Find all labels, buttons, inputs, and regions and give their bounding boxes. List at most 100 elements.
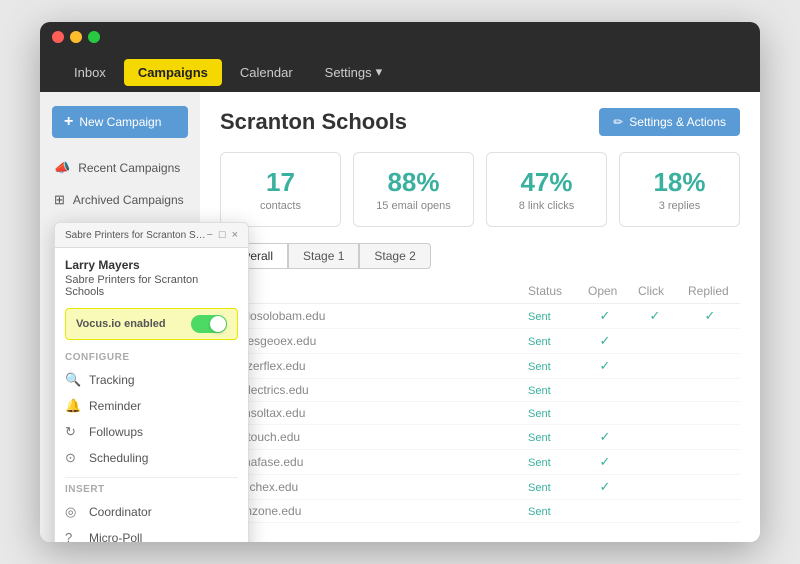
status-cell: Sent <box>520 354 580 379</box>
archived-icon: ⊞ <box>54 192 65 208</box>
email-cell: immafase.edu <box>220 450 520 475</box>
sidebar-item-recent[interactable]: 📣 Recent Campaigns <box>40 152 200 184</box>
table-row: @inchex.edu Sent ✓ <box>220 475 740 500</box>
panel-maximize[interactable]: □ <box>219 229 226 241</box>
open-cell: ✓ <box>580 475 630 500</box>
stat-replies: 18% 3 replies <box>619 152 740 227</box>
open-cell <box>580 523 630 527</box>
status-cell: Sent <box>520 329 580 354</box>
configure-section-label: CONFIGURE <box>65 352 238 363</box>
page-title: Scranton Schools <box>220 109 407 135</box>
tab-stage2[interactable]: Stage 2 <box>359 243 430 269</box>
menu-followups[interactable]: ↻ Followups <box>65 419 238 445</box>
replied-cell: ✓ <box>680 304 740 329</box>
open-cell: ✓ <box>580 354 630 379</box>
replied-cell <box>680 402 740 425</box>
panel-body: Larry Mayers Sabre Printers for Scranton… <box>55 248 248 542</box>
menu-micropoll[interactable]: ? Micro-Poll <box>65 525 238 542</box>
menu-coordinator[interactable]: ◎ Coordinator <box>65 499 238 525</box>
sidebar-item-archived[interactable]: ⊞ Archived Campaigns <box>40 184 200 216</box>
open-cell: ✓ <box>580 304 630 329</box>
table-body: osolosolobam.edu Sent ✓ ✓ ✓ @tresgeoex.e… <box>220 304 740 527</box>
click-cell <box>630 523 680 527</box>
settings-actions-button[interactable]: ✏ Settings & Actions <box>599 108 740 136</box>
menu-tracking[interactable]: 🔍 Tracking <box>65 367 238 393</box>
table-row: 1runzone.edu Sent <box>220 500 740 523</box>
replied-cell <box>680 523 740 527</box>
table-row: ngreen.edu Sent <box>220 523 740 527</box>
open-cell: ✓ <box>580 450 630 475</box>
status-cell: Sent <box>520 500 580 523</box>
tabs: Overall Stage 1 Stage 2 <box>220 243 740 269</box>
click-cell: ✓ <box>630 304 680 329</box>
table-row: @ozerflex.edu Sent ✓ <box>220 354 740 379</box>
nav-inbox[interactable]: Inbox <box>60 59 120 86</box>
coordinator-icon: ◎ <box>65 504 81 520</box>
tab-stage1[interactable]: Stage 1 <box>288 243 359 269</box>
floating-panel: Sabre Printers for Scranton Schools − □ … <box>54 222 249 542</box>
replied-cell <box>680 354 740 379</box>
vocus-toggle-row[interactable]: Vocus.io enabled <box>65 308 238 340</box>
col-replied-header: Replied <box>680 279 740 304</box>
status-cell: Sent <box>520 450 580 475</box>
vocus-toggle[interactable] <box>191 315 227 333</box>
email-cell: osolosolobam.edu <box>220 304 520 329</box>
insert-section-label: INSERT <box>65 484 238 495</box>
panel-close[interactable]: × <box>232 229 238 241</box>
panel-title: Sabre Printers for Scranton Schools <box>65 230 206 241</box>
menu-scheduling[interactable]: ⊙ Scheduling <box>65 445 238 471</box>
nav-bar: Inbox Campaigns Calendar Settings ▾ <box>40 52 760 92</box>
status-cell: Sent <box>520 304 580 329</box>
replied-cell <box>680 475 740 500</box>
table-row: highsoltax.edu Sent <box>220 402 740 425</box>
tracking-icon: 🔍 <box>65 372 81 388</box>
email-cell: @inchex.edu <box>220 475 520 500</box>
replied-cell <box>680 379 740 402</box>
recent-icon: 📣 <box>54 160 70 176</box>
click-cell <box>630 425 680 450</box>
contacts-table: Status Open Click Replied osolosolobam.e… <box>220 279 740 526</box>
panel-from: Larry Mayers <box>65 258 238 272</box>
col-status-header: Status <box>520 279 580 304</box>
col-click-header: Click <box>630 279 680 304</box>
stat-clicks: 47% 8 link clicks <box>486 152 607 227</box>
click-cell <box>630 379 680 402</box>
new-campaign-button[interactable]: + New Campaign <box>52 106 188 138</box>
click-cell <box>630 402 680 425</box>
col-email-header <box>220 279 520 304</box>
panel-title-bar: Sabre Printers for Scranton Schools − □ … <box>55 223 248 248</box>
followups-icon: ↻ <box>65 424 81 440</box>
nav-campaigns[interactable]: Campaigns <box>124 59 222 86</box>
panel-minimize[interactable]: − <box>206 229 212 241</box>
replied-cell <box>680 500 740 523</box>
toggle-knob <box>210 316 226 332</box>
table-row: @tresgeoex.edu Sent ✓ <box>220 329 740 354</box>
email-cell: 1runzone.edu <box>220 500 520 523</box>
email-cell: anelectrics.edu <box>220 379 520 402</box>
divider <box>65 477 238 478</box>
status-cell: Sent <box>520 402 580 425</box>
panel-subject: Sabre Printers for Scranton Schools <box>65 274 238 298</box>
panel-controls: − □ × <box>206 229 238 241</box>
email-cell: cantouch.edu <box>220 425 520 450</box>
menu-reminder[interactable]: 🔔 Reminder <box>65 393 238 419</box>
email-cell: @ozerflex.edu <box>220 354 520 379</box>
content-area: Scranton Schools ✏ Settings & Actions 17… <box>200 92 760 542</box>
table-row: cantouch.edu Sent ✓ <box>220 425 740 450</box>
col-open-header: Open <box>580 279 630 304</box>
email-cell: highsoltax.edu <box>220 402 520 425</box>
maximize-button[interactable] <box>88 31 100 43</box>
close-button[interactable] <box>52 31 64 43</box>
nav-settings[interactable]: Settings ▾ <box>311 58 397 86</box>
reminder-icon: 🔔 <box>65 398 81 414</box>
stat-contacts: 17 contacts <box>220 152 341 227</box>
minimize-button[interactable] <box>70 31 82 43</box>
email-cell: @tresgeoex.edu <box>220 329 520 354</box>
click-cell <box>630 354 680 379</box>
table-row: immafase.edu Sent ✓ <box>220 450 740 475</box>
email-cell: ngreen.edu <box>220 523 520 527</box>
open-cell: ✓ <box>580 425 630 450</box>
status-cell: Sent <box>520 475 580 500</box>
table-header-row: Status Open Click Replied <box>220 279 740 304</box>
nav-calendar[interactable]: Calendar <box>226 59 307 86</box>
